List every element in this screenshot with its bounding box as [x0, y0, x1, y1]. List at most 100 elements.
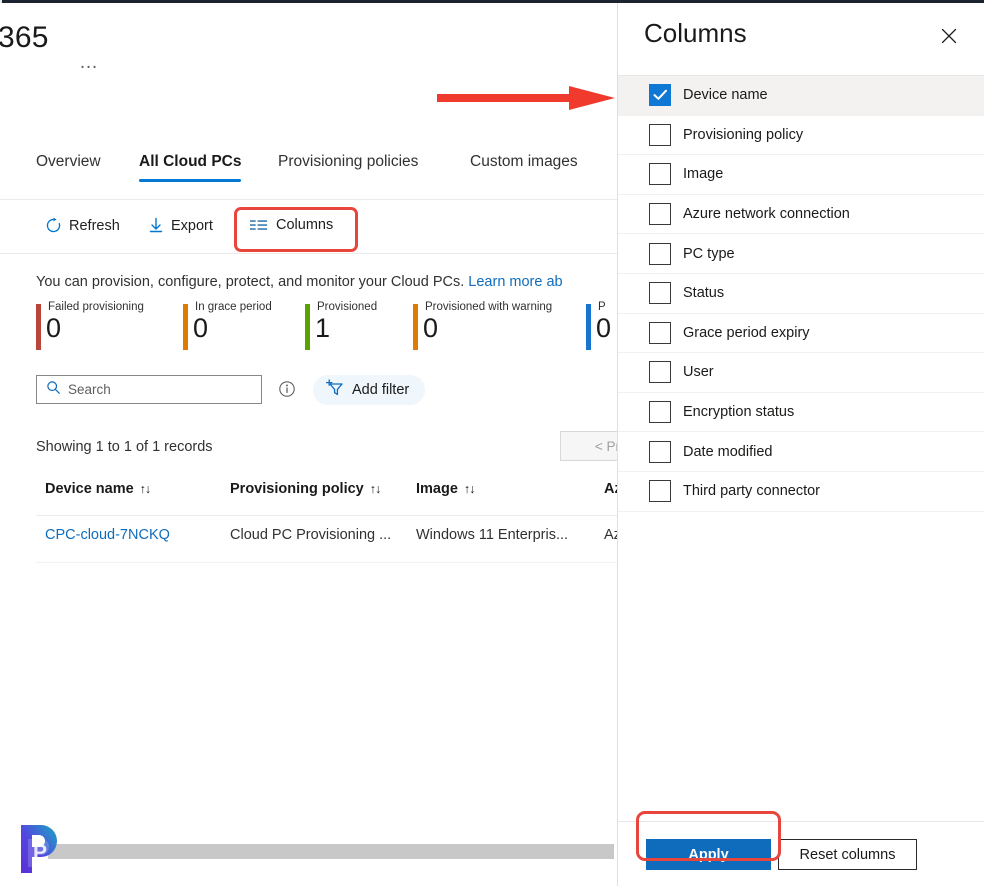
column-option-image[interactable]: Image — [618, 155, 984, 195]
add-filter-icon — [325, 378, 345, 402]
columns-button-highlight — [234, 207, 358, 252]
checkbox-unchecked[interactable] — [649, 242, 671, 265]
close-icon[interactable] — [936, 23, 962, 49]
tab-bar-divider — [0, 199, 617, 200]
tab-custom-images[interactable]: Custom images — [470, 153, 578, 180]
tab-overview[interactable]: Overview — [36, 153, 101, 180]
status-tile-partial[interactable]: P 0 — [586, 301, 617, 353]
status-tile-failed-provisioning[interactable]: Failed provisioning 0 — [36, 301, 186, 353]
horizontal-scrollbar-thumb[interactable] — [48, 844, 614, 859]
columns-panel-title: Columns — [644, 18, 747, 48]
column-option-pc-type[interactable]: PC type — [618, 234, 984, 274]
add-filter-label: Add filter — [352, 382, 410, 398]
svg-text:P: P — [33, 841, 47, 864]
column-option-label: Device name — [683, 87, 768, 104]
status-tile-accent-bar — [305, 304, 310, 350]
status-tile-accent-bar — [413, 304, 418, 350]
search-input[interactable]: Search — [36, 375, 262, 404]
tab-bar: Overview All Cloud PCs Provisioning poli… — [0, 153, 617, 193]
command-bar-divider — [0, 253, 617, 254]
add-filter-button[interactable]: Add filter — [313, 375, 426, 405]
tab-provisioning-policies[interactable]: Provisioning policies — [278, 153, 418, 180]
app-root: 365 … Overview All Cloud PCs Provisionin… — [0, 0, 984, 886]
previous-page-button[interactable]: < Pr — [560, 431, 617, 461]
column-option-label: Third party connector — [683, 483, 821, 500]
status-tile-accent-bar — [586, 304, 591, 350]
column-option-status[interactable]: Status — [618, 274, 984, 314]
checkbox-unchecked[interactable] — [649, 163, 671, 186]
status-tile-provisioned[interactable]: Provisioned 1 — [305, 301, 415, 353]
column-option-azure-network-connection[interactable]: Azure network connection — [618, 195, 984, 235]
checkbox-unchecked[interactable] — [649, 123, 671, 146]
reset-columns-button[interactable]: Reset columns — [778, 839, 917, 870]
column-header-device-name[interactable]: Device name ↑↓ — [45, 481, 151, 497]
column-option-provisioning-policy[interactable]: Provisioning policy — [618, 116, 984, 156]
column-header-azure-network-connection[interactable]: Az — [604, 481, 617, 497]
checkbox-unchecked[interactable] — [649, 401, 671, 424]
checkbox-unchecked[interactable] — [649, 203, 671, 226]
checkbox-checked[interactable] — [649, 84, 671, 107]
column-header-label: Image — [416, 481, 458, 497]
checkbox-unchecked[interactable] — [649, 361, 671, 384]
columns-panel-footer: Apply Reset columns — [618, 822, 984, 886]
column-option-label: Status — [683, 285, 725, 302]
status-tile-label: In grace period — [195, 301, 272, 313]
status-tile-value: 0 — [46, 313, 62, 343]
column-option-device-name[interactable]: Device name — [618, 76, 984, 116]
search-placeholder: Search — [68, 382, 111, 397]
more-options-button[interactable]: … — [79, 53, 98, 72]
cell-provisioning-policy: Cloud PC Provisioning ... — [230, 527, 392, 543]
table-header-divider — [36, 515, 617, 516]
status-tile-in-grace-period[interactable]: In grace period 0 — [183, 301, 303, 353]
status-tile-value: 0 — [596, 313, 612, 343]
table-header: Device name ↑↓ Provisioning policy ↑↓ Im… — [0, 481, 617, 515]
column-option-date-modified[interactable]: Date modified — [618, 432, 984, 472]
tab-overview-label: Overview — [36, 153, 101, 170]
column-option-encryption-status[interactable]: Encryption status — [618, 393, 984, 433]
checkbox-unchecked[interactable] — [649, 282, 671, 305]
columns-panel: Columns Device name Provisioning policy … — [617, 3, 984, 886]
table-row[interactable]: CPC-cloud-7NCKQ Cloud PC Provisioning ..… — [0, 527, 617, 561]
download-icon — [148, 217, 164, 234]
column-option-label: Grace period expiry — [683, 324, 810, 341]
apply-button[interactable]: Apply — [646, 839, 771, 870]
checkbox-unchecked[interactable] — [649, 480, 671, 503]
column-header-label: Az — [604, 481, 617, 497]
status-tile-value: 1 — [315, 313, 331, 343]
columns-panel-header: Columns — [618, 3, 984, 75]
status-tile-label: Provisioned — [317, 301, 378, 313]
refresh-icon — [45, 217, 62, 234]
column-option-grace-period-expiry[interactable]: Grace period expiry — [618, 314, 984, 354]
sort-icon[interactable]: ↑↓ — [140, 482, 151, 496]
checkbox-unchecked[interactable] — [649, 321, 671, 344]
sort-icon[interactable]: ↑↓ — [370, 482, 381, 496]
columns-checkbox-list: Device name Provisioning policy Image Az… — [618, 76, 984, 512]
learn-more-link[interactable]: Learn more ab — [468, 274, 562, 290]
column-option-label: Date modified — [683, 443, 773, 460]
status-tile-value: 0 — [423, 313, 439, 343]
column-header-label: Device name — [45, 481, 134, 497]
export-button[interactable]: Export — [148, 217, 213, 234]
search-icon — [46, 380, 61, 400]
column-header-provisioning-policy[interactable]: Provisioning policy ↑↓ — [230, 481, 381, 497]
tab-custom-images-label: Custom images — [470, 153, 578, 170]
cell-device-name[interactable]: CPC-cloud-7NCKQ — [45, 527, 170, 543]
status-tile-label: P — [598, 301, 606, 313]
refresh-button[interactable]: Refresh — [45, 217, 120, 234]
column-header-image[interactable]: Image ↑↓ — [416, 481, 475, 497]
column-option-label: Provisioning policy — [683, 126, 804, 143]
table-row-divider — [36, 562, 617, 563]
page-title: 365 — [0, 21, 49, 54]
tab-all-cloud-pcs-label: All Cloud PCs — [139, 153, 242, 170]
column-option-user[interactable]: User — [618, 353, 984, 393]
status-tile-provisioned-with-warning[interactable]: Provisioned with warning 0 — [413, 301, 588, 353]
sort-icon[interactable]: ↑↓ — [464, 482, 475, 496]
cell-azure-network-connection: Az — [604, 527, 617, 543]
column-option-third-party-connector[interactable]: Third party connector — [618, 472, 984, 512]
brand-logo: P — [16, 821, 64, 877]
description-body: You can provision, configure, protect, a… — [36, 274, 465, 290]
info-icon[interactable] — [278, 380, 296, 403]
status-tile-label: Failed provisioning — [48, 301, 144, 313]
tab-all-cloud-pcs[interactable]: All Cloud PCs — [139, 153, 242, 182]
checkbox-unchecked[interactable] — [649, 440, 671, 463]
